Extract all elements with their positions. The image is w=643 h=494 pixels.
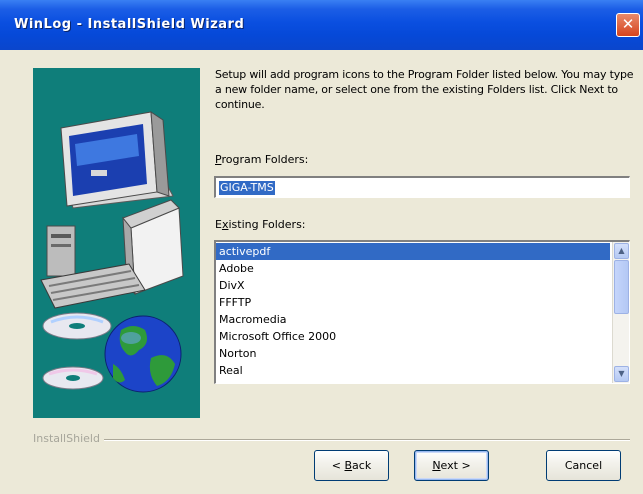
back-button-prefix: < <box>331 459 345 472</box>
list-item[interactable]: activepdf <box>216 243 610 260</box>
scroll-down-button[interactable]: ▼ <box>614 366 629 382</box>
title-bar[interactable]: WinLog - InstallShield Wizard ✕ <box>0 0 643 50</box>
back-button-mnemonic: B <box>344 459 353 472</box>
list-item[interactable]: Macromedia <box>216 311 610 328</box>
program-folders-label: Program Folders: <box>215 153 308 166</box>
cd-disc-icon <box>42 312 112 390</box>
globe-icon <box>104 315 182 393</box>
existing-folders-label-prefix: E <box>215 218 222 231</box>
existing-folders-list[interactable]: activepdf Adobe DivX FFFTP Macromedia Mi… <box>214 240 630 384</box>
list-item[interactable]: Norton <box>216 345 610 362</box>
back-button[interactable]: < Back <box>314 450 389 481</box>
instruction-text: Setup will add program icons to the Prog… <box>215 68 634 111</box>
scroll-up-button[interactable]: ▲ <box>614 243 629 259</box>
list-item[interactable]: Real <box>216 362 610 379</box>
chevron-up-icon: ▲ <box>618 246 625 255</box>
program-folder-value[interactable]: GIGA-TMS <box>219 181 275 195</box>
wizard-illustration <box>33 68 200 418</box>
existing-folders-label-rest: isting Folders: <box>228 218 306 231</box>
next-button[interactable]: Next > <box>414 450 489 481</box>
back-button-rest: ack <box>352 459 372 472</box>
existing-folders-items: activepdf Adobe DivX FFFTP Macromedia Mi… <box>216 243 610 379</box>
computer-icon <box>40 111 184 309</box>
vertical-scrollbar[interactable]: ▲ ▼ <box>612 242 629 383</box>
program-folder-input[interactable]: GIGA-TMS <box>214 176 630 198</box>
installshield-wizard-window: WinLog - InstallShield Wizard ✕ Setup wi… <box>0 0 643 494</box>
close-button[interactable]: ✕ <box>616 13 640 37</box>
list-item[interactable]: Microsoft Office 2000 <box>216 328 610 345</box>
program-folders-label-rest: rogram Folders: <box>221 153 309 166</box>
next-button-rest: ext > <box>440 459 471 472</box>
chevron-down-icon: ▼ <box>618 369 625 378</box>
installshield-brand-label: InstallShield <box>33 432 104 445</box>
list-item[interactable]: Adobe <box>216 260 610 277</box>
cancel-button[interactable]: Cancel <box>546 450 621 481</box>
scroll-thumb[interactable] <box>614 260 629 314</box>
next-button-mnemonic: N <box>432 459 441 472</box>
list-item[interactable]: FFFTP <box>216 294 610 311</box>
window-title: WinLog - InstallShield Wizard <box>14 17 245 32</box>
list-item[interactable]: DivX <box>216 277 610 294</box>
footer-divider <box>33 439 630 441</box>
close-icon: ✕ <box>621 15 635 33</box>
existing-folders-label: Existing Folders: <box>215 218 306 231</box>
